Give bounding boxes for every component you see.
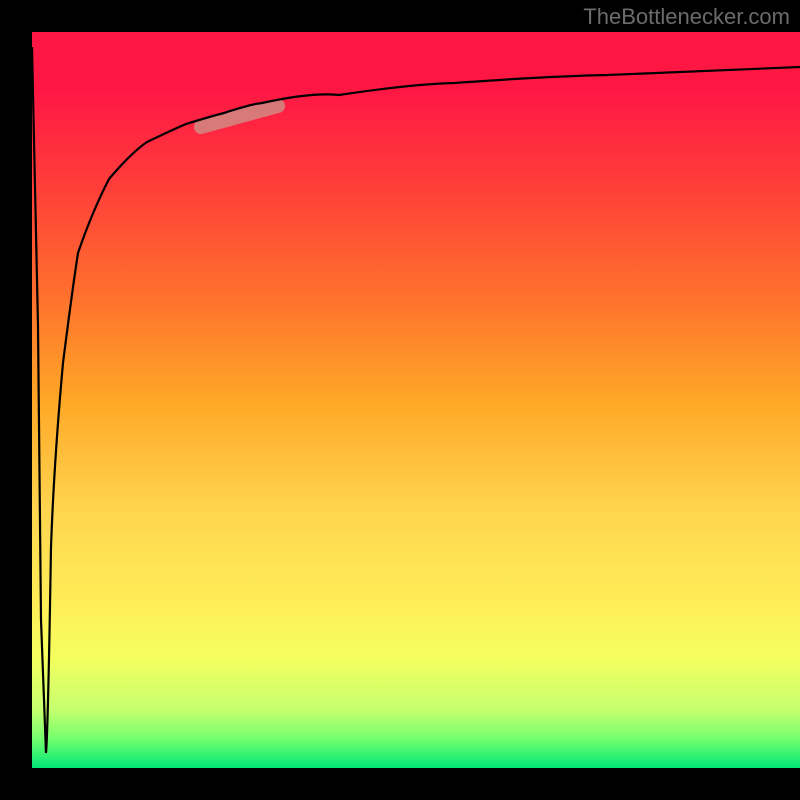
chart-container: TheBottlenecker.com (0, 0, 800, 800)
plot-area (32, 32, 800, 768)
watermark-text: TheBottlenecker.com (583, 4, 790, 30)
